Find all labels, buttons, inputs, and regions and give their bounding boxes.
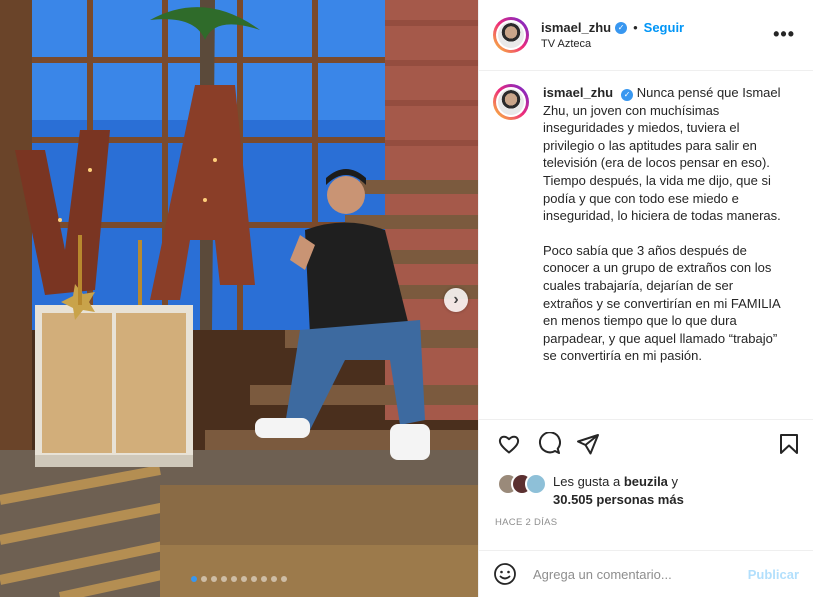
comment-box: Publicar [479,550,813,597]
emoji-icon[interactable] [493,562,517,586]
carousel-dot [241,576,247,582]
caption-paragraph-2: Tiempo después, la vida me dijo, que si … [543,172,781,224]
likes-text: Les gusta a beuzila y 30.505 personas má… [553,473,684,509]
carousel-dot [281,576,287,582]
caption-avatar[interactable] [493,84,529,120]
follow-button[interactable]: Seguir [644,20,684,35]
more-options-icon[interactable]: ••• [773,24,795,45]
carousel-dot [191,576,197,582]
publish-button[interactable]: Publicar [748,567,799,582]
instagram-post: › ismael_zhu ✓ • Seguir TV Azteca ••• is… [0,0,813,597]
verified-icon: ✓ [615,21,628,34]
caption-avatar-image [496,87,526,117]
likes-and: y [671,474,679,489]
header-text: ismael_zhu ✓ • Seguir TV Azteca [541,20,684,50]
likes-prefix: Les gusta a [553,474,621,489]
caption-paragraph-1: ismael_zhu ✓ Nunca pensé que Ismael Zhu, … [543,84,783,172]
verified-icon: ✓ [621,89,634,101]
avatar-face [498,22,524,48]
carousel-dot [251,576,257,582]
studio-scene-image [0,0,478,597]
caption: ismael_zhu ✓ Nunca pensé que Ismael Zhu, … [493,84,801,414]
share-icon[interactable] [576,432,600,456]
action-bar [479,419,813,468]
liker-avatar [525,473,547,495]
heart-icon[interactable] [497,432,521,456]
avatar[interactable] [493,17,529,53]
carousel-indicator [0,576,478,582]
post-timestamp[interactable]: HACE 2 DÍAS [495,517,557,528]
post-photo: › [0,0,478,597]
caption-avatar-face [498,89,524,115]
carousel-dot [211,576,217,582]
comment-input[interactable] [531,565,748,583]
header-row: ismael_zhu ✓ • Seguir [541,20,684,35]
carousel-dot [221,576,227,582]
username-link[interactable]: ismael_zhu [541,20,611,35]
likes-count-link[interactable]: 30.505 personas más [553,492,684,507]
likes-summary: Les gusta a beuzila y 30.505 personas má… [497,473,684,509]
caption-username-link[interactable]: ismael_zhu [543,85,613,100]
location-link[interactable]: TV Azteca [541,38,684,50]
carousel-dot [201,576,207,582]
liker-username-link[interactable]: beuzila [624,474,668,489]
caption-body: ismael_zhu ✓ Nunca pensé que Ismael Zhu, … [543,84,783,414]
carousel-next-button[interactable]: › [444,288,468,312]
post-header: ismael_zhu ✓ • Seguir TV Azteca ••• [479,0,813,71]
comment-icon[interactable] [537,432,561,456]
avatar-image [496,20,526,50]
carousel-dot [261,576,267,582]
post-side-panel: ismael_zhu ✓ • Seguir TV Azteca ••• isma… [478,0,813,597]
carousel-dot [231,576,237,582]
caption-paragraph-3: Poco sabía que 3 años después de conocer… [543,242,780,364]
separator-dot: • [633,20,638,35]
liker-avatars [497,473,549,495]
carousel-dot [271,576,277,582]
bookmark-icon[interactable] [777,432,801,456]
